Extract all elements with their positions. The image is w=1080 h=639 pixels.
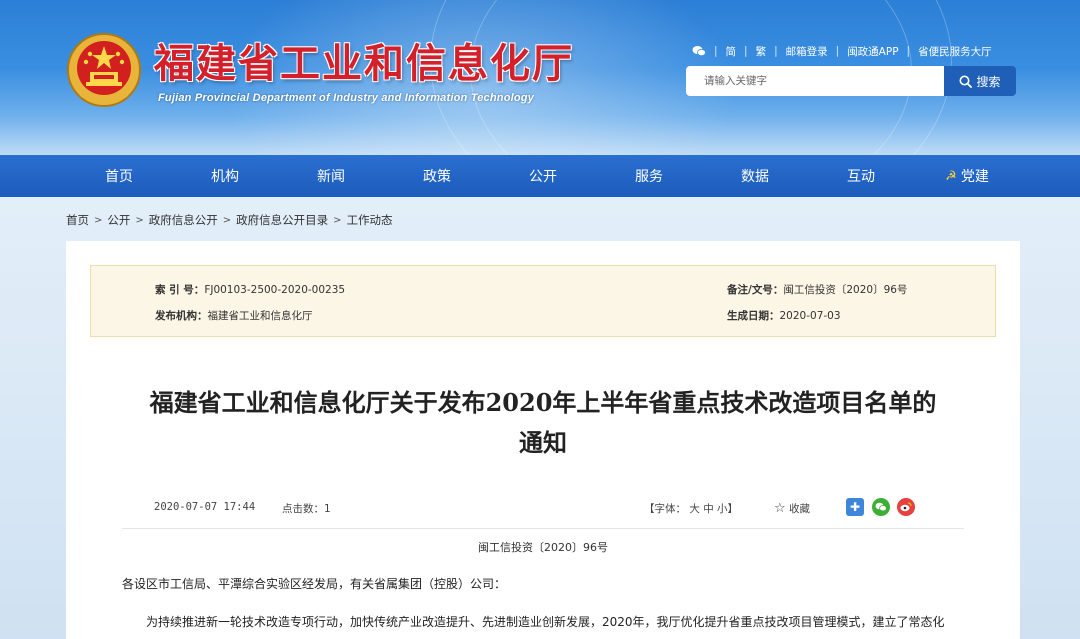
meta-publisher-value: 福建省工业和信息化厅 <box>207 310 313 322</box>
nav-item-home[interactable]: 首页 <box>66 155 172 197</box>
nav-item-interact[interactable]: 互动 <box>808 155 914 197</box>
font-size-small[interactable]: 小 <box>717 503 728 515</box>
main-nav: 首页 机构 新闻 政策 公开 服务 数据 互动 ☭ 党建 <box>0 155 1080 197</box>
breadcrumb-separator-icon: > <box>333 214 342 226</box>
breadcrumb-separator-icon: > <box>135 214 144 226</box>
site-title: 福建省工业和信息化厅 <box>154 41 574 87</box>
link-separator: | <box>714 45 718 57</box>
nav-item-public[interactable]: 公开 <box>490 155 596 197</box>
article-datetime: 2020-07-07 17:44 <box>154 501 256 513</box>
meta-date: 生成日期：2020-07-03 <box>727 308 841 323</box>
link-separator: | <box>906 45 911 57</box>
search-input[interactable] <box>686 66 944 96</box>
font-size-large[interactable]: 大 <box>689 503 700 515</box>
meta-index-value: FJ00103-2500-2020-00235 <box>204 284 346 296</box>
link-mzt-app[interactable]: 闽政通APP <box>847 44 898 59</box>
search-button-label: 搜索 <box>976 74 1001 89</box>
font-size-selector: 【字体： 大 中 小】 <box>644 501 738 516</box>
meta-index-label: 索 引 号： <box>155 284 205 296</box>
national-emblem-icon <box>67 33 141 107</box>
article-doc-number: 闽工信投资〔2020〕96号 <box>478 541 608 554</box>
star-icon: ☆ <box>774 501 786 516</box>
nav-label: 数据 <box>741 169 769 185</box>
meta-date-value: 2020-07-03 <box>779 310 841 322</box>
breadcrumb-separator-icon: > <box>94 214 103 226</box>
link-mail-login[interactable]: 邮箱登录 <box>786 44 828 59</box>
breadcrumb-separator-icon: > <box>222 214 232 226</box>
breadcrumb-work-news[interactable]: 工作动态 <box>347 212 393 228</box>
favorite-button[interactable]: ☆ 收藏 <box>774 501 810 516</box>
breadcrumb: 首页 > 公开 > 政府信息公开 > 政府信息公开目录 > 工作动态 <box>66 212 393 228</box>
nav-label: 新闻 <box>317 169 345 185</box>
top-links: | 简 | 繁 | 邮箱登录 | 闽政通APP | 省便民服务大厅 <box>692 43 992 59</box>
breadcrumb-home[interactable]: 首页 <box>66 212 89 228</box>
link-separator: | <box>835 45 840 57</box>
site-header: 福建省工业和信息化厅 Fujian Provincial Department … <box>0 0 1080 155</box>
nav-label: 党建 <box>960 169 989 185</box>
party-flag-icon: ☭ <box>945 168 957 184</box>
breadcrumb-public[interactable]: 公开 <box>107 212 130 228</box>
article-paragraph: 为持续推进新一轮技术改造专项行动，加快传统产业改造提升、先进制造业创新发展，20… <box>146 615 945 629</box>
font-size-medium[interactable]: 中 <box>703 503 714 515</box>
article-salutation: 各设区市工信局、平潭综合实验区经发局，有关省属集团（控股）公司： <box>122 577 507 591</box>
search-button[interactable]: 搜索 <box>944 66 1016 96</box>
nav-item-news[interactable]: 新闻 <box>278 155 384 197</box>
meta-note-value: 闽工信投资〔2020〕96号 <box>783 284 908 296</box>
meta-publisher: 发布机构：福建省工业和信息化厅 <box>155 308 313 323</box>
nav-label: 首页 <box>105 169 133 185</box>
meta-index: 索 引 号：FJ00103-2500-2020-00235 <box>155 282 345 297</box>
article-title: 福建省工业和信息化厅关于发布2020年上半年省重点技术改造项目名单的 通知 <box>66 383 1020 463</box>
share-weibo-icon[interactable] <box>897 498 915 516</box>
link-service-hall[interactable]: 省便民服务大厅 <box>918 44 992 59</box>
link-traditional[interactable]: 繁 <box>756 44 767 59</box>
site-subtitle: Fujian Provincial Department of Industry… <box>158 92 535 104</box>
breadcrumb-gov-info-catalog[interactable]: 政府信息公开目录 <box>236 212 328 228</box>
wechat-glyph-icon <box>875 502 887 512</box>
article-hit-count: 点击数：1 <box>282 503 331 515</box>
nav-item-data[interactable]: 数据 <box>702 155 808 197</box>
article-container: 索 引 号：FJ00103-2500-2020-00235 备注/文号：闽工信投… <box>66 241 1020 639</box>
search-icon <box>959 75 973 88</box>
link-separator: | <box>774 45 778 57</box>
meta-publisher-label: 发布机构： <box>155 310 208 322</box>
nav-label: 政策 <box>423 169 451 185</box>
favorite-label: 收藏 <box>789 503 810 515</box>
article-divider <box>122 528 964 529</box>
nav-item-service[interactable]: 服务 <box>596 155 702 197</box>
nav-label: 公开 <box>529 169 557 185</box>
link-simplified[interactable]: 简 <box>726 44 737 59</box>
meta-date-label: 生成日期： <box>727 310 780 322</box>
nav-label: 机构 <box>211 169 239 185</box>
nav-item-org[interactable]: 机构 <box>172 155 278 197</box>
document-meta-box: 索 引 号：FJ00103-2500-2020-00235 备注/文号：闽工信投… <box>90 265 996 337</box>
font-size-close: 】 <box>727 503 739 515</box>
link-separator: | <box>744 45 748 57</box>
wechat-icon[interactable] <box>692 45 706 57</box>
font-size-label: 【字体： <box>644 503 686 515</box>
weibo-glyph-icon <box>900 502 912 512</box>
nav-label: 服务 <box>635 169 663 185</box>
nav-label: 互动 <box>847 169 875 185</box>
share-wechat-icon[interactable] <box>872 498 890 516</box>
breadcrumb-gov-info[interactable]: 政府信息公开 <box>149 212 218 228</box>
share-plus-icon[interactable]: ✚ <box>846 498 864 516</box>
meta-note: 备注/文号：闽工信投资〔2020〕96号 <box>727 282 907 297</box>
meta-note-label: 备注/文号： <box>727 284 784 296</box>
nav-item-party[interactable]: ☭ 党建 <box>914 155 1020 197</box>
article-title-line1: 福建省工业和信息化厅关于发布2020年上半年省重点技术改造项目名单的 <box>149 388 937 417</box>
nav-item-policy[interactable]: 政策 <box>384 155 490 197</box>
article-title-line2: 通知 <box>519 428 567 457</box>
